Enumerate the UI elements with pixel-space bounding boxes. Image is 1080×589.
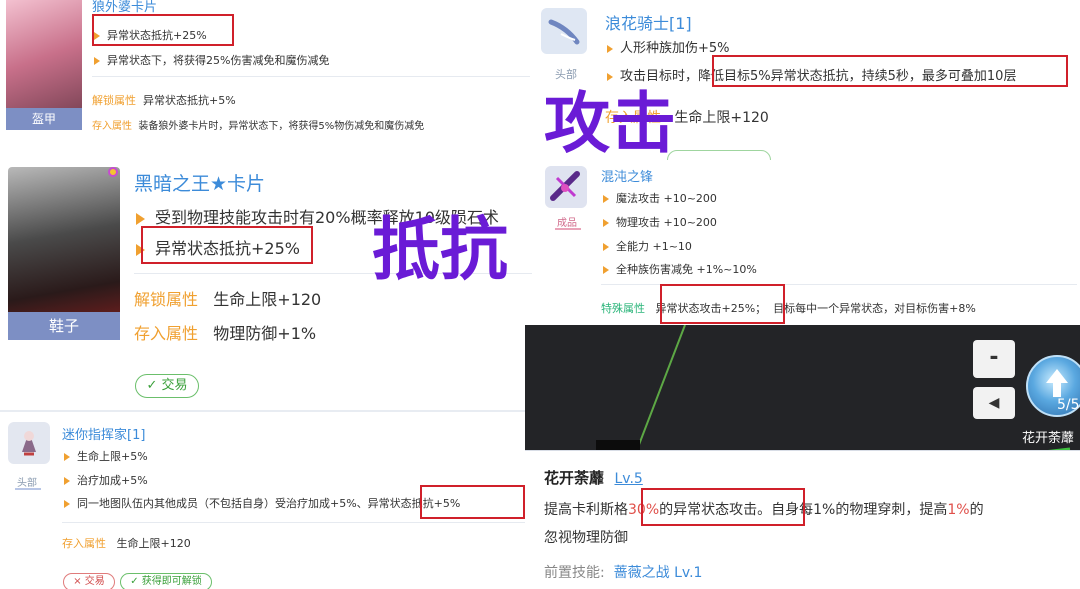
special-label: 特殊属性 (601, 302, 645, 315)
effect-item: 全种族伤害减免 +1%~10% (603, 261, 757, 277)
effect-item: 治疗加成+5% (64, 472, 148, 488)
highlight-box (141, 226, 313, 264)
highlight-box (92, 14, 234, 46)
blade-icon (550, 171, 580, 201)
overlay-attack-text: 攻击 (544, 85, 676, 162)
star-badge (108, 167, 118, 177)
skill-level: Lv.5 (614, 471, 643, 487)
skill-description-cont: 忽视物理防御 (544, 530, 628, 546)
skill-name: 花开荼蘼 Lv.5 (544, 469, 643, 487)
card-title: 狼外婆卡片 (92, 0, 158, 15)
prereq-link[interactable]: 蔷薇之战 Lv.1 (614, 565, 703, 581)
deposit-label: 存入属性 (134, 324, 199, 343)
card-slot-badge: 盔甲 (6, 108, 82, 130)
slot-label: 成品 (557, 218, 577, 229)
trade-button[interactable]: ✓ 交易 (135, 374, 199, 398)
deposit-attr: 存入属性 物理防御+1% (134, 324, 317, 343)
item-icon (8, 422, 50, 464)
unlock-attr: 解锁属性 异常状态抵抗+5% (92, 94, 236, 107)
highlight-box (660, 284, 785, 324)
divider (62, 522, 526, 523)
pill-outline (667, 150, 771, 160)
slot-label: 头部 (555, 68, 577, 81)
slot-underline (15, 488, 41, 490)
game-viewport: - ◀ 5/5 花开荼蘼 花开荼蘼 Lv.5 提高卡利斯格30%的异常状态攻击。… (525, 325, 1080, 589)
card-title: 黑暗之王★卡片 (134, 173, 266, 195)
prereq-label: 前置技能: (544, 565, 605, 581)
prereq-skill: 前置技能: 蔷薇之战 Lv.1 (544, 562, 702, 582)
item-icon (541, 8, 587, 54)
deposit-attr: 存入属性 生命上限+120 (62, 537, 191, 550)
deposit-label: 存入属性 (92, 121, 132, 132)
card-wolf-grandma: 盔甲 狼外婆卡片 异常状态抵抗+25% 异常状态下，将获得25%伤害减免和魔伤减… (0, 0, 532, 142)
effect-item: 魔法攻击 +10~200 (603, 190, 717, 206)
overlay-resist-text: 抵抗 (372, 211, 509, 290)
unlock-attr: 解锁属性 生命上限+120 (134, 290, 322, 309)
card-mini-conductor: 头部 迷你指挥家[1] 生命上限+5% 治疗加成+5% 同一地图队伍内其他成员（… (0, 410, 528, 589)
skill-icon-label: 花开荼蘼 (1022, 431, 1075, 446)
effect-item: 人形种族加伤+5% (607, 37, 730, 56)
effect-item: 同一地图队伍内其他成员（不包括自身）受治疗加成+5%、异常状态抵抗+5% (64, 495, 460, 511)
prev-button[interactable]: ◀ (973, 387, 1015, 419)
unlock-hint-pill: ✓ 获得即可解锁 (120, 573, 212, 589)
card-title: 迷你指挥家[1] (62, 428, 146, 443)
deposit-label: 存入属性 (62, 537, 106, 550)
effect-item: 生命上限+5% (64, 448, 148, 464)
deposit-attr: 存入属性 装备狼外婆卡片时，异常状态下，将获得5%物伤减免和魔伤减免 (92, 121, 425, 132)
zoom-out-button[interactable]: - (973, 340, 1015, 378)
slot-underline (555, 228, 581, 230)
unlock-label: 解锁属性 (92, 94, 136, 107)
highlight-box (420, 485, 525, 519)
divider (92, 76, 530, 77)
highlight-box (712, 55, 1068, 87)
feather-icon (548, 19, 580, 45)
card-chaos-blade: 成品 混沌之锋 魔法攻击 +10~200 物理攻击 +10~200 全能力 +1… (537, 160, 1080, 325)
effect-item: 物理攻击 +10~200 (603, 214, 717, 230)
slot-label: 头部 (17, 478, 37, 489)
item-icon (545, 166, 587, 208)
card-title: 混沌之锋 (601, 170, 654, 185)
unlock-label: 解锁属性 (134, 290, 199, 309)
trade-button[interactable]: × 交易 (63, 573, 115, 589)
effect-item: 全能力 +1~10 (603, 238, 692, 254)
highlight-box (641, 488, 805, 526)
effect-item: 异常状态下，将获得25%伤害减免和魔伤减免 (94, 52, 329, 68)
card-title: 浪花骑士[1] (605, 14, 692, 33)
special-attr: 特殊属性 异常状态攻击+25%； 目标每中一个异常状态，对目标伤害+8% (601, 302, 976, 315)
skill-tooltip: 花开荼蘼 Lv.5 提高卡利斯格30%的异常状态攻击。自身每1%的物理穿刺，提高… (525, 450, 1080, 589)
skill-counter: 5/5 (1057, 397, 1080, 413)
card-slot-badge: 鞋子 (8, 312, 120, 340)
conductor-icon (22, 431, 36, 456)
